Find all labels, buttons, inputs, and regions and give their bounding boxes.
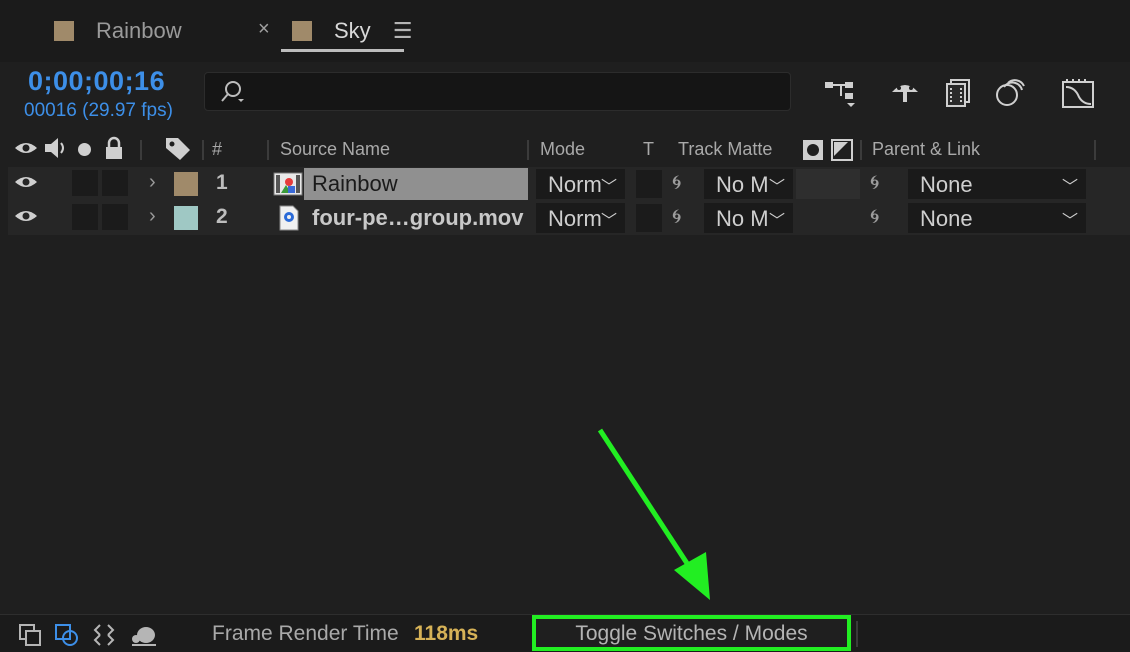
chevron-right-icon[interactable]: ›: [149, 171, 156, 194]
chevron-down-icon: ﹀: [1061, 179, 1078, 196]
column-mode[interactable]: Mode: [540, 139, 585, 160]
composition-icon: [273, 172, 303, 196]
tab-label: Rainbow: [96, 18, 182, 43]
column-source-name[interactable]: Source Name: [280, 139, 390, 160]
layer-row[interactable]: › 1 Rainbow Norm ﹀ 🌀︎ No M ﹀ 🌀︎ None ﹀: [8, 167, 1130, 201]
column-divider: [527, 140, 529, 160]
matte-invert-icon[interactable]: [831, 139, 853, 161]
blend-mode-dropdown[interactable]: Norm ﹀: [536, 169, 625, 199]
track-matte-pickwhip-icon[interactable]: 🌀︎: [672, 206, 681, 229]
panel-menu-icon[interactable]: ☰: [393, 18, 413, 44]
column-t[interactable]: T: [643, 139, 654, 160]
chevron-down-icon: ﹀: [600, 213, 617, 230]
audio-switch[interactable]: [72, 170, 98, 196]
preserve-transparency-toggle[interactable]: [636, 204, 662, 232]
motion-blur-icon[interactable]: [992, 75, 1028, 111]
parent-dropdown[interactable]: None ﹀: [908, 203, 1086, 233]
audio-speaker-icon[interactable]: [43, 136, 69, 160]
tab-color-swatch: [292, 21, 312, 41]
search-input[interactable]: [204, 72, 791, 111]
column-divider: [860, 140, 862, 160]
solo-icon[interactable]: [78, 143, 91, 156]
tab-sky[interactable]: Sky ☰: [292, 0, 412, 62]
composition-flowchart-icon[interactable]: [822, 75, 858, 111]
blend-mode-value: Norm: [548, 206, 602, 231]
search-icon: [221, 81, 244, 102]
column-track-matte[interactable]: Track Matte: [678, 139, 772, 160]
lock-icon[interactable]: [104, 136, 124, 160]
frame-count: 00016 (29.97 fps): [24, 100, 173, 121]
chevron-down-icon: ﹀: [600, 179, 617, 196]
frame-render-time-value: 118ms: [414, 622, 479, 645]
active-tab-underline: [281, 49, 404, 52]
frame-blending-icon[interactable]: [940, 75, 976, 111]
layer-switches-pane-icon[interactable]: [16, 621, 44, 649]
footer-divider: [856, 621, 858, 647]
tab-label: Sky: [334, 18, 371, 43]
timeline-empty-area[interactable]: [0, 236, 1130, 614]
column-divider: [267, 140, 269, 160]
graph-editor-icon[interactable]: [1060, 75, 1096, 111]
tab-color-swatch: [54, 21, 74, 41]
tab-bar: Rainbow × Sky ☰: [0, 0, 1130, 62]
tab-rainbow[interactable]: Rainbow: [54, 0, 182, 62]
current-time-display[interactable]: 0;00;00;16: [28, 66, 165, 97]
parent-value: None: [920, 172, 973, 197]
layer-source-name[interactable]: Rainbow: [304, 168, 528, 200]
label-tag-icon[interactable]: [164, 136, 192, 162]
audio-switch[interactable]: [72, 204, 98, 230]
preserve-transparency-toggle[interactable]: [636, 170, 662, 198]
in-out-duration-pane-icon[interactable]: [90, 621, 118, 649]
blend-mode-value: Norm: [548, 172, 602, 197]
parent-value: None: [920, 206, 973, 231]
lock-switch[interactable]: [102, 204, 128, 230]
toggle-switches-modes-button[interactable]: Toggle Switches / Modes: [532, 615, 851, 651]
draft-3d-icon[interactable]: [887, 75, 923, 111]
track-matte-value: No M: [716, 206, 769, 231]
column-divider: [1094, 140, 1096, 160]
annotation-arrow: [597, 428, 710, 600]
layer-label-color[interactable]: [174, 206, 198, 230]
column-divider: [202, 140, 204, 160]
layer-row[interactable]: › 2 four-pe…group.mov Norm ﹀ 🌀︎ No M ﹀ 🌀…: [8, 201, 1130, 235]
layer-number: 1: [216, 171, 228, 194]
layer-source-name[interactable]: four-pe…group.mov: [304, 202, 531, 234]
track-matte-value: No M: [716, 172, 769, 197]
chevron-down-icon: ﹀: [768, 179, 785, 196]
blend-mode-dropdown[interactable]: Norm ﹀: [536, 203, 625, 233]
layer-column-header: # Source Name Mode T Track Matte Parent …: [0, 130, 1130, 168]
lock-switch[interactable]: [102, 170, 128, 196]
frame-render-time-label: Frame Render Time: [212, 622, 399, 645]
close-icon[interactable]: ×: [258, 18, 270, 41]
column-divider: [140, 140, 142, 160]
column-number[interactable]: #: [212, 139, 222, 160]
footage-file-icon: [279, 205, 299, 231]
matte-switch-area: [796, 169, 860, 199]
chevron-down-icon: ﹀: [1061, 213, 1078, 230]
parent-pickwhip-icon[interactable]: 🌀︎: [870, 172, 879, 195]
eye-icon[interactable]: [14, 174, 38, 190]
matte-alpha-icon[interactable]: [802, 139, 824, 161]
parent-dropdown[interactable]: None ﹀: [908, 169, 1086, 199]
video-visibility-icon[interactable]: [14, 140, 38, 156]
layer-label-color[interactable]: [174, 172, 198, 196]
layer-number: 2: [216, 205, 228, 228]
parent-pickwhip-icon[interactable]: 🌀︎: [870, 206, 879, 229]
timeline-toolbar: 0;00;00;16 00016 (29.97 fps): [0, 62, 1130, 130]
render-time-pane-icon[interactable]: [130, 621, 158, 649]
transfer-controls-pane-icon[interactable]: [53, 621, 81, 649]
chevron-right-icon[interactable]: ›: [149, 205, 156, 228]
eye-icon[interactable]: [14, 208, 38, 224]
track-matte-dropdown[interactable]: No M ﹀: [704, 169, 793, 199]
column-parent-link[interactable]: Parent & Link: [872, 139, 980, 160]
chevron-down-icon: ﹀: [768, 213, 785, 230]
timeline-footer: Frame Render Time 118ms Toggle Switches …: [0, 614, 1130, 652]
track-matte-dropdown[interactable]: No M ﹀: [704, 203, 793, 233]
track-matte-pickwhip-icon[interactable]: 🌀︎: [672, 172, 681, 195]
